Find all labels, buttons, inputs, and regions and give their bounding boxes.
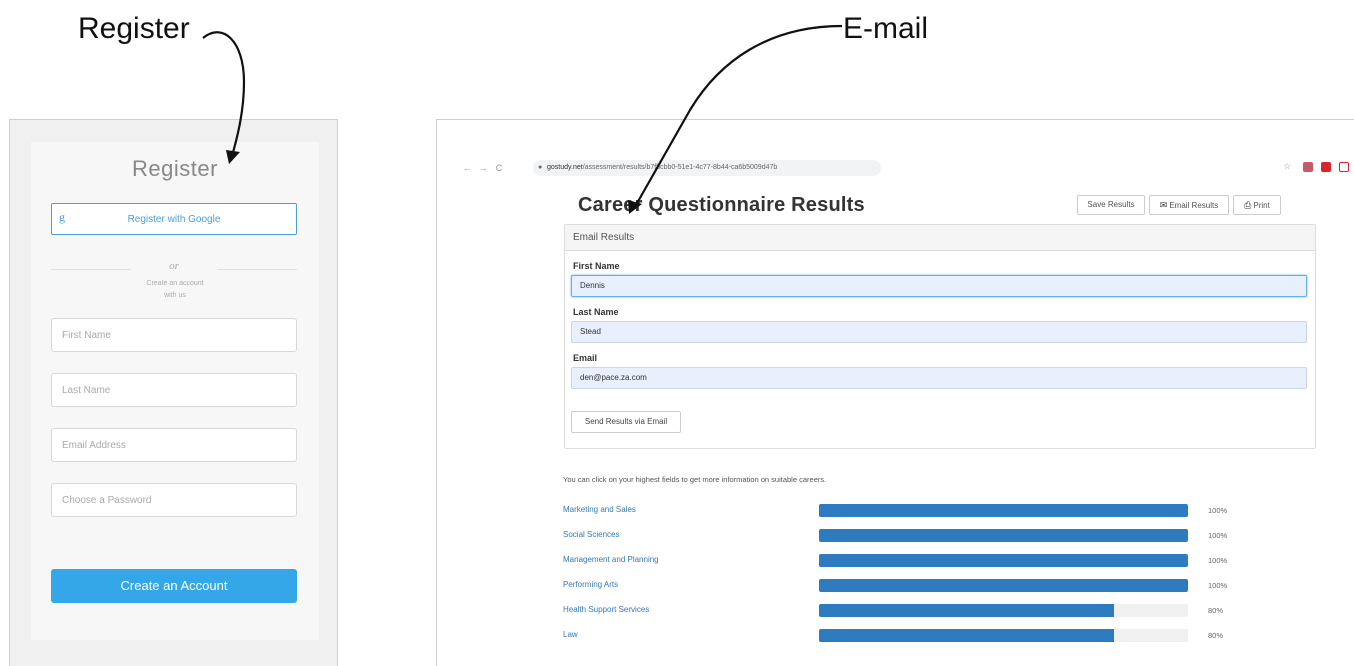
career-field-bar-fill bbox=[819, 579, 1188, 592]
career-field-bar-fill bbox=[819, 604, 1115, 617]
register-card: Register g Register with Google or Creat… bbox=[31, 142, 319, 640]
career-field-bar bbox=[819, 579, 1188, 592]
email-value-field[interactable]: den@pace.za.com bbox=[571, 367, 1307, 389]
career-field-bar bbox=[819, 629, 1188, 642]
career-field-bar-fill bbox=[819, 529, 1188, 542]
divider-line-right bbox=[217, 269, 297, 270]
screenshot: Register E-mail Register g Register with… bbox=[0, 0, 1354, 666]
career-field-bar-fill bbox=[819, 629, 1115, 642]
envelope-icon: ✉ bbox=[1159, 200, 1168, 210]
career-field-link[interactable]: Law bbox=[563, 630, 578, 639]
first-name-field[interactable] bbox=[51, 318, 297, 352]
printer-icon: ⎙ bbox=[1244, 200, 1252, 210]
email-label: Email bbox=[573, 353, 598, 363]
send-results-button[interactable]: Send Results via Email bbox=[571, 411, 681, 433]
career-field-link[interactable]: Marketing and Sales bbox=[563, 505, 636, 514]
career-field-link[interactable]: Management and Planning bbox=[563, 555, 659, 564]
password-field[interactable] bbox=[51, 483, 297, 517]
email-annotation: E-mail bbox=[843, 12, 929, 45]
email-results-label: Email Results bbox=[1169, 201, 1219, 210]
first-name-label: First Name bbox=[573, 261, 620, 271]
results-hint: You can click on your highest fields to … bbox=[563, 475, 827, 484]
career-field-bar bbox=[819, 554, 1188, 567]
last-name-field[interactable] bbox=[51, 373, 297, 407]
google-icon: g bbox=[59, 210, 65, 224]
register-annotation: Register bbox=[78, 12, 190, 45]
career-field-bar-fill bbox=[819, 504, 1188, 517]
print-button[interactable]: ⎙ Print bbox=[1233, 195, 1281, 215]
career-field-percent: 100% bbox=[1208, 556, 1228, 565]
last-name-input[interactable] bbox=[52, 374, 296, 406]
register-screenshot: Register g Register with Google or Creat… bbox=[9, 119, 338, 666]
create-account-button[interactable]: Create an Account bbox=[51, 569, 297, 603]
career-field-percent: 100% bbox=[1208, 581, 1228, 590]
register-title: Register bbox=[132, 156, 218, 181]
or-text: or bbox=[169, 260, 179, 272]
results-page: Career Questionnaire Results Save Result… bbox=[437, 120, 1354, 666]
email-address-input[interactable] bbox=[52, 429, 296, 461]
career-field-percent: 100% bbox=[1208, 506, 1228, 515]
page-title: Career Questionnaire Results bbox=[578, 194, 865, 216]
results-screenshot: ← → C ● gostudy.net/assessment/results/b… bbox=[436, 119, 1354, 666]
email-panel-heading: Email Results bbox=[565, 225, 1315, 251]
or-divider: or bbox=[51, 260, 297, 276]
career-field-bar bbox=[819, 604, 1188, 617]
create-account-caption-2: with us bbox=[164, 292, 186, 299]
email-results-button[interactable]: ✉ Email Results bbox=[1149, 195, 1229, 215]
create-account-caption-1: Create an account bbox=[146, 280, 204, 287]
google-button-label: Register with Google bbox=[127, 213, 221, 225]
password-input[interactable] bbox=[52, 484, 296, 516]
register-with-google-button[interactable]: g Register with Google bbox=[51, 203, 297, 235]
email-address-field[interactable] bbox=[51, 428, 297, 462]
email-results-panel: Email Results First Name Dennis Last Nam… bbox=[564, 224, 1316, 449]
first-name-input[interactable] bbox=[52, 319, 296, 351]
career-field-bar bbox=[819, 504, 1188, 517]
career-field-link[interactable]: Health Support Services bbox=[563, 605, 649, 614]
career-field-link[interactable]: Social Sciences bbox=[563, 530, 619, 539]
career-field-percent: 80% bbox=[1208, 631, 1224, 640]
career-field-percent: 100% bbox=[1208, 531, 1228, 540]
last-name-value-field[interactable]: Stead bbox=[571, 321, 1307, 343]
career-field-link[interactable]: Performing Arts bbox=[563, 580, 618, 589]
career-field-percent: 80% bbox=[1208, 606, 1224, 615]
career-field-bar-fill bbox=[819, 554, 1188, 567]
career-field-bar bbox=[819, 529, 1188, 542]
print-label: Print bbox=[1253, 201, 1270, 210]
first-name-value-field[interactable]: Dennis bbox=[571, 275, 1307, 297]
save-results-button[interactable]: Save Results bbox=[1077, 195, 1145, 215]
last-name-label: Last Name bbox=[573, 307, 619, 317]
